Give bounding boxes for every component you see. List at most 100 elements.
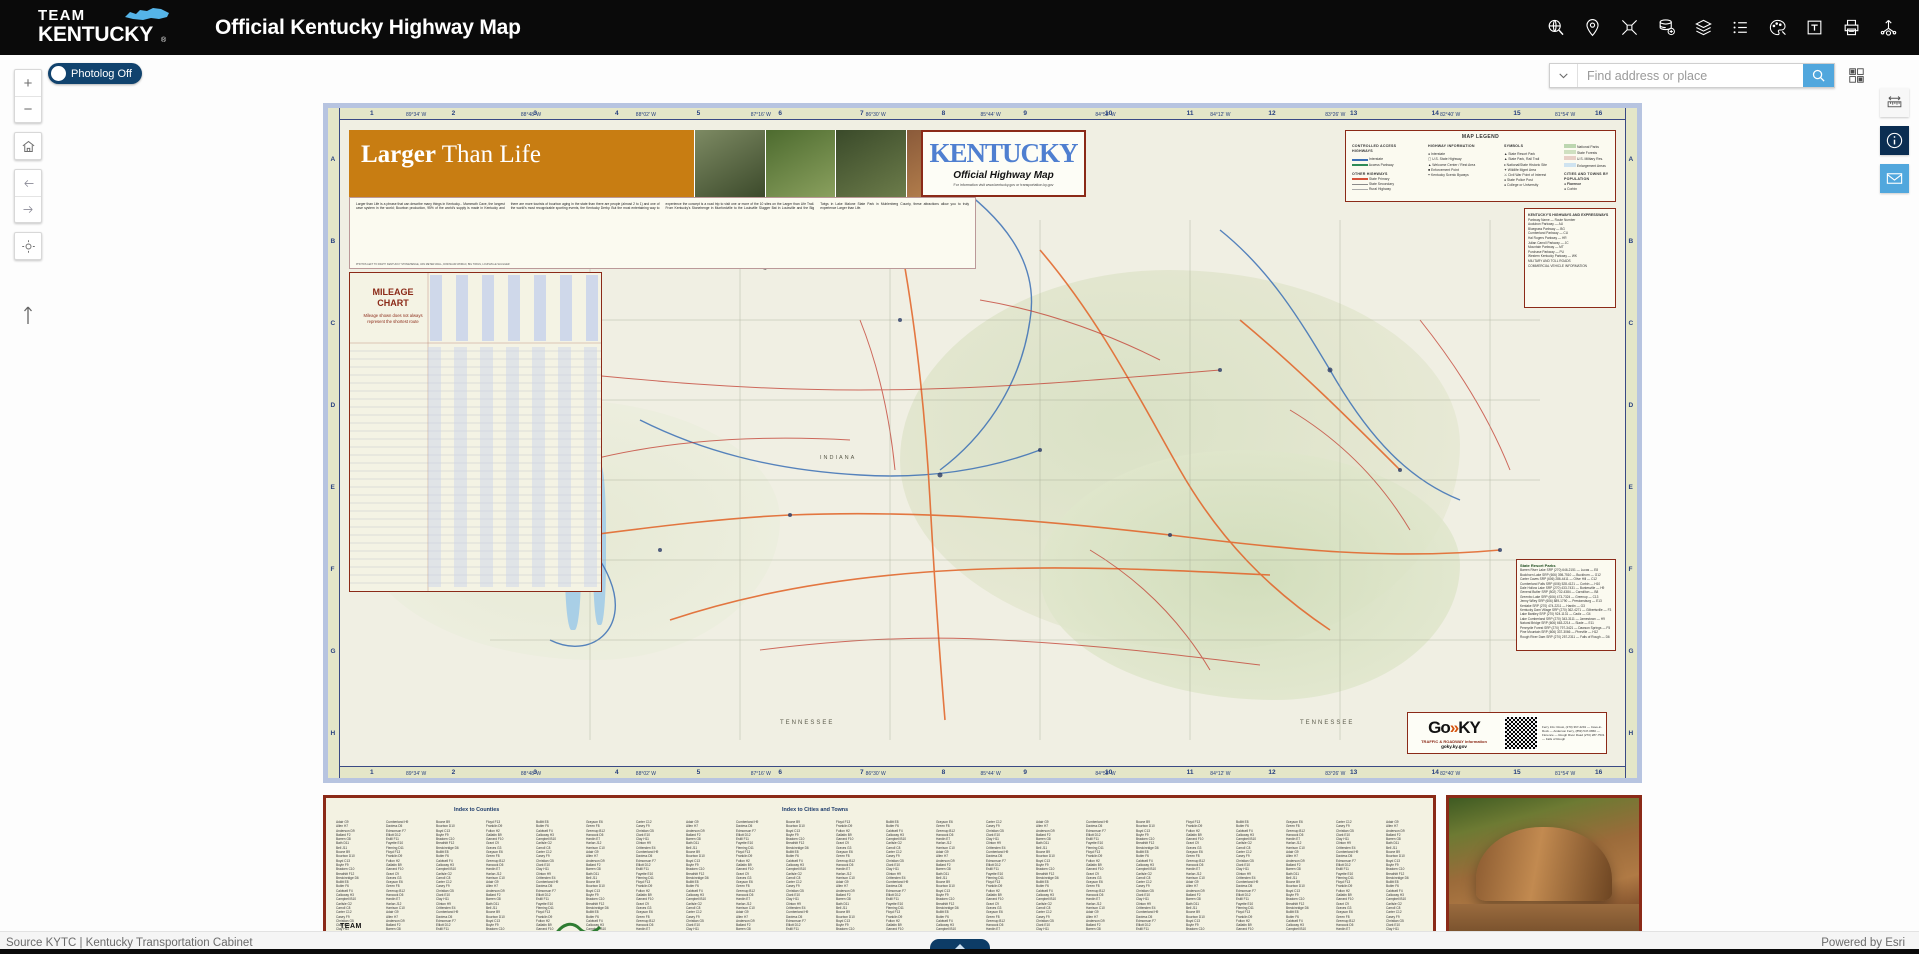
highway-reference-panel: KENTUCKY'S HIGHWAYS AND EXPRESSWAYS Park…: [1524, 208, 1616, 308]
zoom-out-button[interactable]: −: [15, 96, 41, 122]
graticule-coordinate: 83°26' W: [1325, 770, 1346, 777]
next-extent-button[interactable]: [15, 196, 41, 222]
graticule-letter: H: [1628, 730, 1634, 737]
index-column: Cumberland H9 Daviess D5 Edmonson F7 Ell…: [1086, 820, 1109, 931]
info-widget-button[interactable]: [1880, 126, 1909, 155]
graticule-letter: E: [1628, 484, 1633, 491]
index-column: Grayson E6 Green F8 Greenup B12 Hancock …: [936, 820, 959, 931]
photolog-toggle-knob: [51, 66, 66, 81]
graticule-number: 4: [615, 110, 619, 117]
graticule-number: 9: [1023, 110, 1027, 117]
locate-button[interactable]: [15, 233, 41, 259]
layers-icon[interactable]: [1688, 12, 1719, 43]
graticule-number: 16: [1595, 769, 1603, 776]
index-column: Adair G9 Allen H7 Anderson D9 Ballard F2…: [686, 820, 709, 931]
highway-map-poster[interactable]: 1 2 3 4 5 6 7 8 9 10 11 12 13 14 15 16 89°34' W 88°48' W8…: [323, 103, 1642, 931]
index-column: Bullitt E8 Butler F6 Caldwell F4 Callowa…: [886, 820, 909, 931]
mileage-chart-panel: MILEAGE CHART Mileage shown does not alw…: [349, 272, 602, 592]
graticule-coordinate: 84°58' W: [1095, 111, 1116, 118]
graticule-right: A B C D E F G H: [1625, 108, 1637, 778]
search-submit-button[interactable]: [1803, 64, 1834, 87]
page-title: Official Kentucky Highway Map: [215, 15, 521, 39]
text-tool-icon[interactable]: [1799, 12, 1830, 43]
share-icon[interactable]: [1873, 12, 1904, 43]
larger-than-life-body-text: Larger than Life is a phrase that can de…: [356, 202, 969, 211]
home-button[interactable]: [15, 133, 41, 159]
index-column: Bullitt E8 Butler F6 Caldwell F4 Callowa…: [1236, 820, 1259, 931]
index-cities-heading: Index to Cities and Towns: [782, 807, 849, 813]
graticule-number: 9: [1023, 769, 1027, 776]
search-globe-icon[interactable]: [1540, 12, 1571, 43]
search-widget: [1549, 63, 1869, 88]
highway-reference-lines: Parkway Name — Route Number Audubon Parkw…: [1528, 218, 1612, 269]
graticule-letter: F: [330, 566, 335, 573]
legend-list-icon[interactable]: [1725, 12, 1756, 43]
map-sheet-front[interactable]: 1 2 3 4 5 6 7 8 9 10 11 12 13 14 15 16 89°34' W 88°48' W8…: [323, 103, 1642, 783]
zoom-controls: + −: [14, 69, 42, 123]
photolog-toggle[interactable]: Photolog Off: [48, 63, 142, 84]
index-column: Adair G9 Allen H7 Anderson D9 Ballard F2…: [1036, 820, 1059, 931]
graticule-coordinate: 88°48' W: [520, 770, 542, 777]
state-label-indiana: INDIANA: [820, 455, 857, 461]
sketch-palette-icon[interactable]: [1762, 12, 1793, 43]
graticule-number: 12: [1268, 110, 1276, 117]
state-resort-parks-lines: Barren River Lake SRP (270) 646-2151 — L…: [1520, 568, 1612, 639]
graticule-number: 2: [451, 110, 456, 117]
footer-bottom-bar: [0, 949, 1919, 954]
search-input[interactable]: [1578, 64, 1803, 87]
north-arrow-icon[interactable]: [14, 301, 42, 329]
legend-column-controlled-access: CONTROLLED ACCESS HIGHWAYS Interstate Ac…: [1352, 144, 1397, 192]
brand-line-team: TEAM: [38, 6, 86, 24]
state-resort-park-line: Rough River Dam SRP (270) 257-2311 — Fal…: [1520, 634, 1610, 639]
add-data-icon[interactable]: [1651, 12, 1682, 43]
graticule-coordinate: 84°12' W: [1210, 770, 1231, 777]
map-view[interactable]: + − Photolog Off Find address or place 1…: [0, 55, 1919, 931]
map-sheet-index[interactable]: Index to Counties Index to Cities and To…: [323, 795, 1436, 931]
kentucky-wordmark: KENTUCKY: [929, 138, 1078, 168]
index-column: Carter C12 Casey F9 Christian G5 Clark E…: [1336, 820, 1359, 931]
graticule-bottom: 1 2 3 4 5 6 7 8 9 10 11 12 13 14 15 16 89°34' W 88°48' W8…: [328, 766, 1637, 778]
graticule-number: 1: [370, 769, 374, 776]
measure-widget-button[interactable]: [1880, 88, 1909, 117]
graticule-letter: G: [330, 648, 336, 655]
princess-arch-photo: Princess Arch in Red River Gorge: [1446, 795, 1642, 931]
index-column: Adair G9 Allen H7 Anderson D9 Ballard F2…: [1386, 820, 1409, 931]
graticule-coordinate: 84°58' W: [1095, 770, 1116, 777]
graticule-number: 6: [778, 769, 782, 776]
index-column: Floyd F13 Franklin D9 Fulton H2 Gallatin…: [486, 820, 505, 931]
team-kentucky-logo[interactable]: TEAM KENTUCKY ®: [38, 6, 169, 50]
graticule-number: 4: [615, 769, 619, 776]
print-icon[interactable]: [1836, 12, 1867, 43]
location-pin-icon[interactable]: [1577, 12, 1608, 43]
graticule-coordinate: 84°12' W: [1210, 111, 1231, 118]
zoom-in-button[interactable]: +: [15, 70, 41, 96]
graticule-letter: F: [1628, 566, 1633, 573]
team-kentucky-footer-logo: TEAM KENTUCKY KENTUCKY TRANSPORTATION CA…: [340, 923, 391, 931]
graticule-number: 16: [1595, 110, 1603, 117]
measure-icon[interactable]: [1614, 12, 1645, 43]
index-column: Carter C12 Casey F9 Christian G5 Clark E…: [636, 820, 659, 931]
graticule-coordinate: 82°40' W: [1440, 111, 1461, 118]
graticule-coordinate: 89°34' W: [406, 770, 427, 777]
previous-extent-button[interactable]: [15, 170, 41, 196]
state-resort-parks-panel: State Resort Parks Barren River Lake SRP…: [1516, 559, 1616, 651]
graticule-number: 13: [1350, 769, 1358, 776]
graticule-number: 14: [1431, 769, 1439, 776]
graticule-coordinate: 89°34' W: [406, 111, 427, 118]
contact-widget-button[interactable]: [1880, 164, 1909, 193]
index-column: Grayson E6 Green F8 Greenup B12 Hancock …: [1286, 820, 1309, 931]
chevron-down-icon[interactable]: [1550, 64, 1578, 87]
map-canvas[interactable]: TENNESSEE TENNESSEE INDIANA N S E W: [340, 120, 1625, 766]
graticule-number: 11: [1186, 769, 1194, 776]
graticule-coordinate: 85°44' W: [980, 111, 1001, 118]
graticule-number: 8: [941, 110, 946, 117]
graticule-number: 8: [941, 769, 946, 776]
graticule-top: 1 2 3 4 5 6 7 8 9 10 11 12 13 14 15 16 89°34' W 88°48' W8…: [328, 108, 1637, 120]
state-label-tennessee: TENNESSEE: [780, 720, 835, 726]
graticule-number: 5: [696, 110, 701, 117]
index-counties-heading: Index to Counties: [454, 807, 500, 813]
graticule-letter: A: [1628, 156, 1634, 163]
graticule-letter: G: [1628, 648, 1634, 655]
basemap-gallery-icon[interactable]: [1843, 63, 1869, 88]
legend-column-areas: National Parks State Forests U.S. Milita…: [1564, 144, 1609, 192]
